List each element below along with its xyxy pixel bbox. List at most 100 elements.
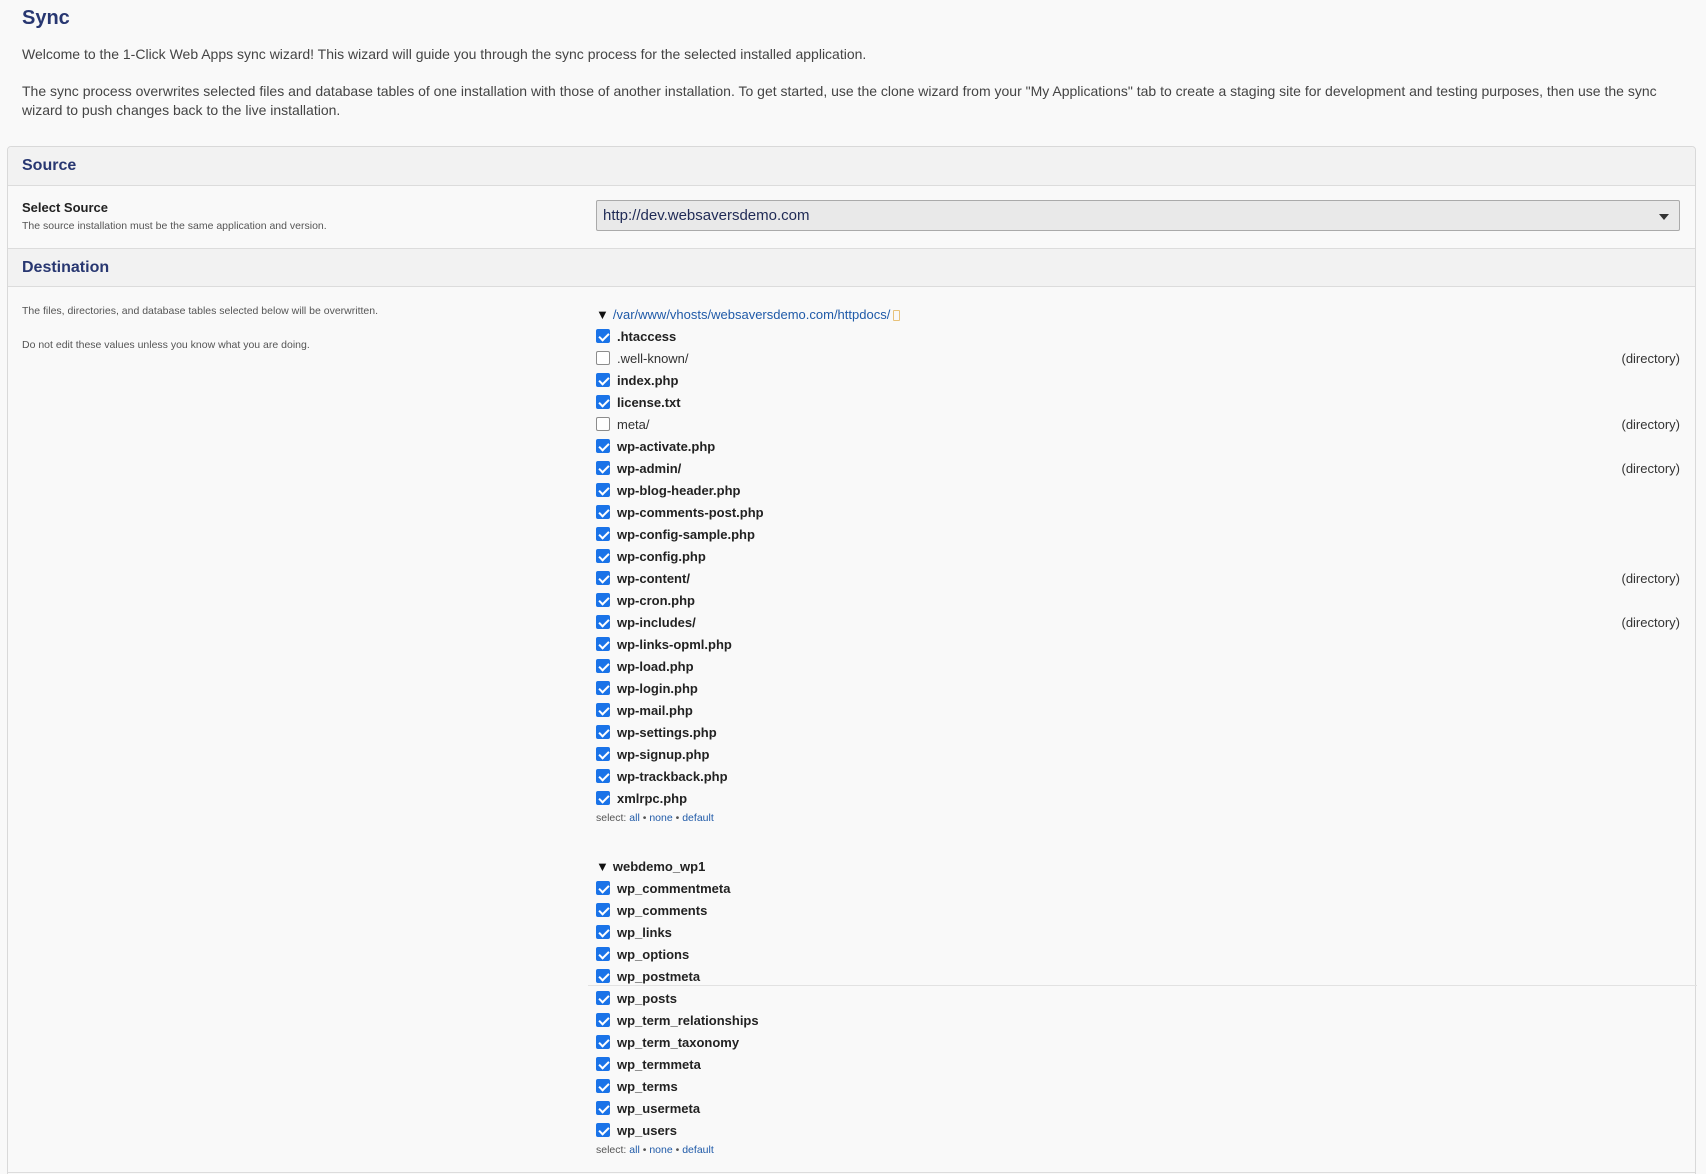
file-row[interactable]: wp-mail.php (596, 699, 1680, 721)
select-none-link[interactable]: none (649, 812, 672, 824)
file-name[interactable]: wp-signup.php (617, 747, 709, 762)
file-name[interactable]: wp-config.php (617, 549, 706, 564)
table-checkbox[interactable] (596, 881, 610, 895)
table-name[interactable]: wp_terms (617, 1079, 678, 1094)
file-checkbox[interactable] (596, 373, 610, 387)
table-row[interactable]: wp_users (596, 1119, 1680, 1141)
table-name[interactable]: wp_commentmeta (617, 881, 730, 896)
file-name[interactable]: wp-trackback.php (617, 769, 728, 784)
file-name[interactable]: wp-comments-post.php (617, 505, 764, 520)
table-row[interactable]: wp_options (596, 943, 1680, 965)
table-name[interactable]: wp_postmeta (617, 969, 700, 984)
file-name[interactable]: license.txt (617, 395, 681, 410)
database-tree-header[interactable]: ▼ webdemo_wp1 (596, 857, 1680, 877)
file-row[interactable]: wp-blog-header.php (596, 479, 1680, 501)
table-row[interactable]: wp_usermeta (596, 1097, 1680, 1119)
table-name[interactable]: wp_term_taxonomy (617, 1035, 739, 1050)
table-checkbox[interactable] (596, 1079, 610, 1093)
file-name[interactable]: wp-cron.php (617, 593, 695, 608)
triangle-down-icon[interactable]: ▼ (596, 305, 609, 325)
file-row[interactable]: .htaccess (596, 325, 1680, 347)
file-row[interactable]: wp-config.php (596, 545, 1680, 567)
table-name[interactable]: wp_options (617, 947, 689, 962)
file-checkbox[interactable] (596, 571, 610, 585)
file-name[interactable]: wp-settings.php (617, 725, 717, 740)
file-row[interactable]: wp-comments-post.php (596, 501, 1680, 523)
select-all-link[interactable]: all (629, 812, 640, 824)
file-row[interactable]: wp-activate.php (596, 435, 1680, 457)
table-checkbox[interactable] (596, 1101, 610, 1115)
table-row[interactable]: wp_postmeta (596, 965, 1680, 987)
copy-icon[interactable] (893, 309, 901, 321)
file-row[interactable]: xmlrpc.php (596, 787, 1680, 809)
file-row[interactable]: wp-signup.php (596, 743, 1680, 765)
file-name[interactable]: wp-content/ (617, 571, 690, 586)
file-name[interactable]: meta/ (617, 417, 650, 432)
file-checkbox[interactable] (596, 747, 610, 761)
file-name[interactable]: wp-activate.php (617, 439, 715, 454)
file-name[interactable]: index.php (617, 373, 678, 388)
table-row[interactable]: wp_posts (596, 987, 1680, 1009)
file-name[interactable]: wp-login.php (617, 681, 698, 696)
table-name[interactable]: wp_posts (617, 991, 677, 1006)
table-name[interactable]: wp_users (617, 1123, 677, 1138)
file-checkbox[interactable] (596, 549, 610, 563)
file-checkbox[interactable] (596, 791, 610, 805)
file-row[interactable]: wp-cron.php (596, 589, 1680, 611)
table-checkbox[interactable] (596, 1035, 610, 1049)
file-row[interactable]: wp-load.php (596, 655, 1680, 677)
file-checkbox[interactable] (596, 329, 610, 343)
file-name[interactable]: wp-admin/ (617, 461, 681, 476)
select-none-link[interactable]: none (649, 1144, 672, 1156)
file-checkbox[interactable] (596, 593, 610, 607)
file-name[interactable]: wp-load.php (617, 659, 694, 674)
select-all-link[interactable]: all (629, 1144, 640, 1156)
file-checkbox[interactable] (596, 351, 610, 365)
table-checkbox[interactable] (596, 969, 610, 983)
file-row[interactable]: wp-admin/ (directory) (596, 457, 1680, 479)
file-tree-header[interactable]: ▼ /var/www/vhosts/websaversdemo.com/http… (596, 305, 1680, 325)
file-checkbox[interactable] (596, 461, 610, 475)
file-row[interactable]: .well-known/ (directory) (596, 347, 1680, 369)
file-name[interactable]: wp-config-sample.php (617, 527, 755, 542)
table-name[interactable]: wp_termmeta (617, 1057, 701, 1072)
file-name[interactable]: wp-mail.php (617, 703, 693, 718)
file-checkbox[interactable] (596, 395, 610, 409)
table-row[interactable]: wp_links (596, 921, 1680, 943)
file-name[interactable]: wp-blog-header.php (617, 483, 741, 498)
file-row[interactable]: wp-trackback.php (596, 765, 1680, 787)
table-name[interactable]: wp_comments (617, 903, 707, 918)
source-select[interactable]: http://dev.websaversdemo.com (596, 200, 1680, 231)
file-row[interactable]: wp-config-sample.php (596, 523, 1680, 545)
table-checkbox[interactable] (596, 991, 610, 1005)
file-row[interactable]: wp-links-opml.php (596, 633, 1680, 655)
table-row[interactable]: wp_terms (596, 1075, 1680, 1097)
file-checkbox[interactable] (596, 659, 610, 673)
file-checkbox[interactable] (596, 615, 610, 629)
table-row[interactable]: wp_termmeta (596, 1053, 1680, 1075)
table-checkbox[interactable] (596, 1123, 610, 1137)
select-default-link[interactable]: default (682, 812, 714, 824)
table-checkbox[interactable] (596, 925, 610, 939)
table-row[interactable]: wp_term_relationships (596, 1009, 1680, 1031)
file-row[interactable]: wp-content/ (directory) (596, 567, 1680, 589)
file-row[interactable]: index.php (596, 369, 1680, 391)
file-row[interactable]: license.txt (596, 391, 1680, 413)
file-row[interactable]: wp-login.php (596, 677, 1680, 699)
file-row[interactable]: wp-settings.php (596, 721, 1680, 743)
file-name[interactable]: wp-includes/ (617, 615, 696, 630)
file-checkbox[interactable] (596, 769, 610, 783)
file-name[interactable]: .well-known/ (617, 351, 689, 366)
file-checkbox[interactable] (596, 527, 610, 541)
table-name[interactable]: wp_term_relationships (617, 1013, 759, 1028)
file-checkbox[interactable] (596, 417, 610, 431)
file-checkbox[interactable] (596, 681, 610, 695)
table-row[interactable]: wp_term_taxonomy (596, 1031, 1680, 1053)
file-checkbox[interactable] (596, 725, 610, 739)
table-name[interactable]: wp_usermeta (617, 1101, 700, 1116)
file-checkbox[interactable] (596, 637, 610, 651)
table-checkbox[interactable] (596, 1057, 610, 1071)
table-row[interactable]: wp_commentmeta (596, 877, 1680, 899)
table-checkbox[interactable] (596, 947, 610, 961)
file-name[interactable]: .htaccess (617, 329, 676, 344)
